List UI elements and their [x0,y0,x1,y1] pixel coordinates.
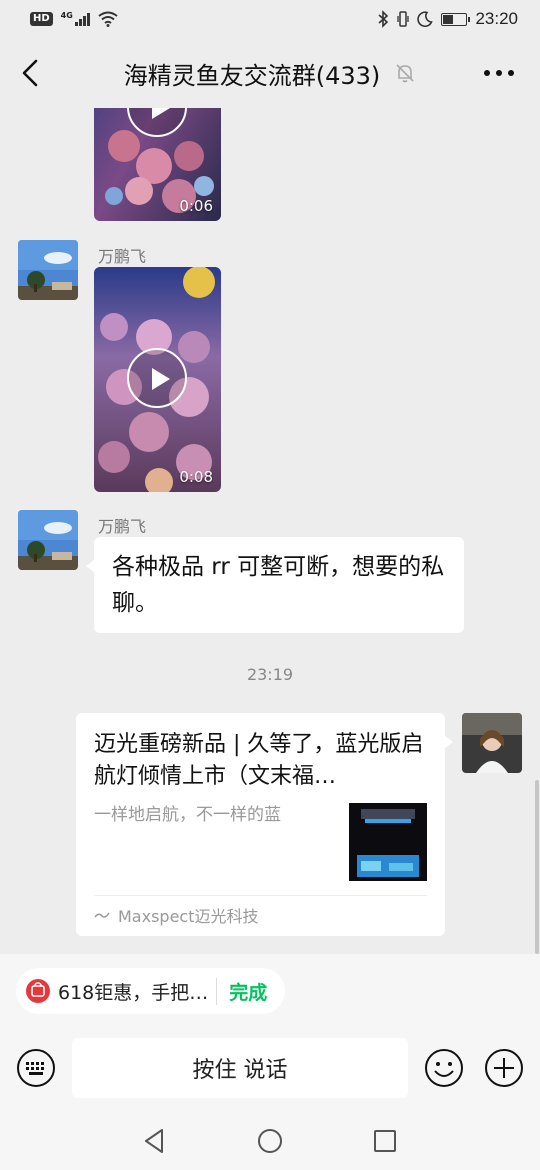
done-button[interactable]: 完成 [216,977,267,1005]
time-separator: 23:19 [246,665,294,684]
system-nav-bar [0,1114,540,1170]
maxspect-logo-icon [94,912,110,918]
battery-icon [441,12,471,26]
self-avatar[interactable] [462,713,522,773]
link-thumbnail [349,803,427,881]
nav-back-icon[interactable] [140,1126,170,1156]
back-arrow-icon[interactable] [14,56,48,90]
sender-name: 万鹏飞 [98,247,147,266]
chat-header: 海精灵鱼友交流群(433) [0,38,540,108]
video-message[interactable]: 0:06 [94,108,221,221]
text-message-bubble[interactable]: 各种极品 rr 可整可断，想要的私聊。 [86,537,464,633]
video-duration: 0:08 [179,468,213,486]
status-left: HD 4G [30,11,118,27]
hold-to-talk-button[interactable]: 按住 说话 [72,1038,408,1098]
link-body: 一样地启航，不一样的蓝 [94,803,427,881]
status-bar: HD 4G 23:20 [0,0,540,38]
link-source-name: Maxspect迈光科技 [118,906,259,926]
vibrate-icon [397,11,410,27]
bottom-area: 618钜惠，手把… 完成 按住 说话 [0,954,540,1170]
scrollbar[interactable] [535,780,539,954]
nav-home-icon[interactable] [255,1126,285,1156]
sender-name: 万鹏飞 [98,517,147,536]
network-indicator: 4G [61,12,90,26]
emoji-icon[interactable] [424,1048,464,1088]
video-message[interactable]: 0:08 [94,267,221,492]
input-bar: 按住 说话 [0,1038,540,1098]
quote-bar[interactable]: 618钜惠，手把… 完成 [16,968,286,1014]
chat-area[interactable]: 0:06 万鹏飞 0:08 万鹏飞 各种极品 rr 可整可断，想要的私聊。 23… [0,108,540,954]
plus-icon[interactable] [484,1048,524,1088]
avatar-image [462,713,522,773]
play-icon[interactable] [127,348,187,408]
moon-icon [417,11,434,27]
hd-badge: HD [30,12,53,26]
shop-tag-icon [26,979,50,1003]
link-source: Maxspect迈光科技 [94,895,427,933]
link-title: 迈光重磅新品 | 久等了，蓝光版启航灯倾情上市（文末福… [94,732,424,789]
avatar-image [18,240,78,300]
status-right: 23:20 [377,9,518,29]
keyboard-icon[interactable] [16,1048,56,1088]
link-description: 一样地启航，不一样的蓝 [94,805,281,825]
link-card[interactable]: 迈光重磅新品 | 久等了，蓝光版启航灯倾情上市（文末福… 一样地启航，不一样的蓝… [76,713,453,936]
signal-icon [74,12,90,26]
nav-recent-icon[interactable] [370,1126,400,1156]
wifi-icon [98,11,118,27]
title-wrap: 海精灵鱼友交流群(433) [124,56,417,91]
avatar[interactable] [18,240,78,300]
bluetooth-icon [378,10,389,28]
more-dots-icon[interactable] [482,60,516,86]
quote-text: 618钜惠，手把… [58,981,209,1004]
chat-title[interactable]: 海精灵鱼友交流群(433) [124,56,381,91]
status-time: 23:20 [475,9,518,28]
mute-bell-icon [396,64,414,83]
video-duration: 0:06 [179,197,213,215]
avatar[interactable] [18,510,78,570]
network-type-label: 4G [60,11,73,20]
avatar-image [18,510,78,570]
